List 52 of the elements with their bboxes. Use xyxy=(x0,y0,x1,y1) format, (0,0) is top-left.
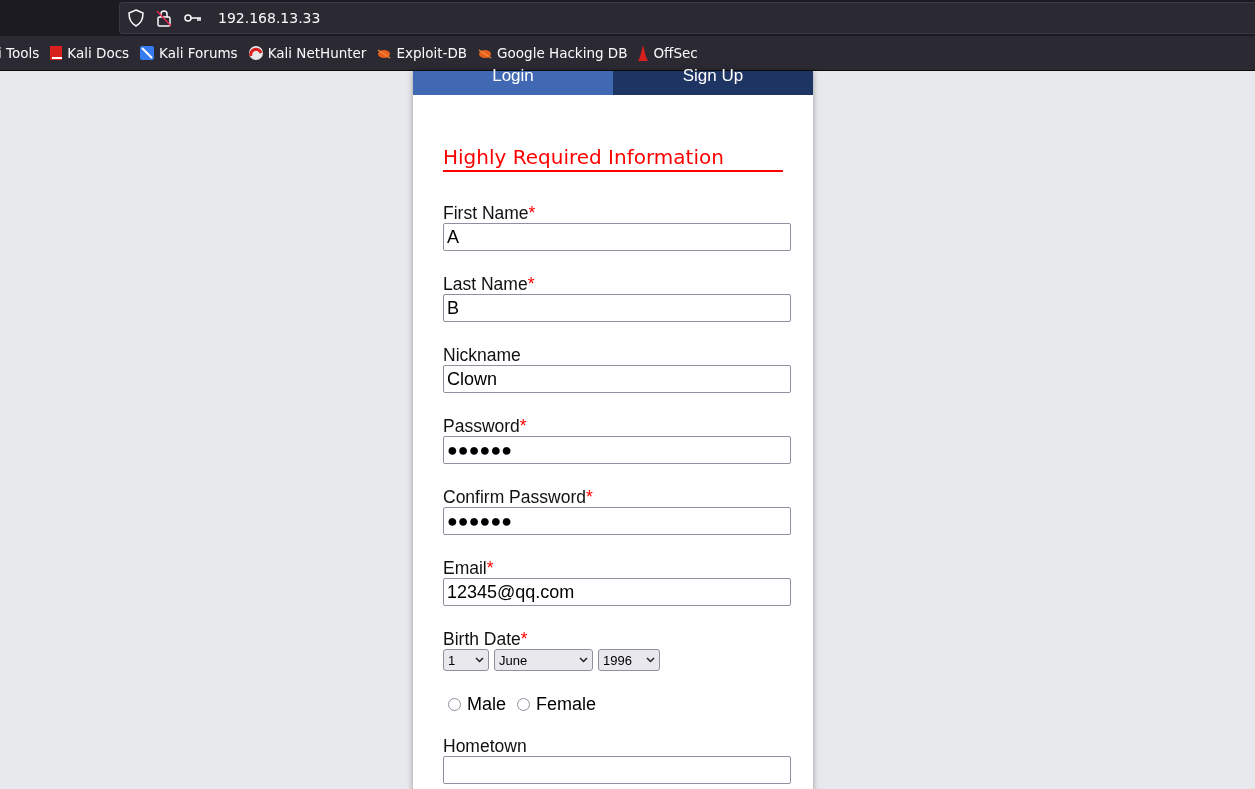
input-field[interactable] xyxy=(443,756,791,784)
address-bar[interactable]: 192.168.13.33 xyxy=(119,2,1255,34)
section-heading: Highly Required Information xyxy=(443,145,783,172)
radio-label: Female xyxy=(536,694,597,715)
radio-button[interactable] xyxy=(517,698,530,711)
field-label: Email xyxy=(443,558,487,578)
offsec-icon xyxy=(637,44,650,62)
input-field[interactable]: B xyxy=(443,294,791,322)
bookmark-item[interactable]: Kali Forums xyxy=(139,45,238,61)
input-field[interactable]: A xyxy=(443,223,791,251)
required-mark: * xyxy=(527,274,535,294)
select-field[interactable]: June xyxy=(494,649,593,671)
bookmark-item[interactable]: Kali NetHunter xyxy=(247,45,367,61)
input-field[interactable]: Clown xyxy=(443,365,791,393)
required-mark: * xyxy=(519,416,527,436)
chevron-icon xyxy=(646,657,655,663)
field-label: Password xyxy=(443,416,520,436)
field-label: Hometown xyxy=(443,736,527,756)
bookmark-item[interactable]: Google Hacking DB xyxy=(477,45,628,61)
lock-icon xyxy=(156,9,172,27)
bug-icon xyxy=(376,46,393,60)
url-text: 192.168.13.33 xyxy=(218,10,321,26)
radio-button[interactable] xyxy=(448,698,461,711)
required-mark: * xyxy=(486,558,494,578)
field-label: Last Name xyxy=(443,274,528,294)
nethunter-icon xyxy=(247,45,264,61)
radio-label: Male xyxy=(467,694,506,715)
key-icon xyxy=(184,13,202,23)
form-tab[interactable]: Sign Up xyxy=(613,71,813,95)
bug-icon xyxy=(477,46,494,60)
input-field[interactable]: ●●●●●● xyxy=(443,436,791,464)
input-field[interactable]: 12345@qq.com xyxy=(443,578,791,606)
required-mark: * xyxy=(585,487,593,507)
bookmark-item[interactable]: i Tools xyxy=(0,45,40,61)
shield-icon xyxy=(128,9,144,27)
required-mark: * xyxy=(528,203,536,223)
bookmark-item[interactable]: Exploit-DB xyxy=(376,45,468,61)
bookmark-item[interactable]: Kali Docs xyxy=(49,45,130,61)
book-icon xyxy=(49,45,64,61)
input-field[interactable]: ●●●●●● xyxy=(443,507,791,535)
field-label: Nickname xyxy=(443,345,521,365)
field-label: Birth Date xyxy=(443,629,521,649)
required-mark: * xyxy=(520,629,528,649)
form-tab[interactable]: Login xyxy=(413,71,613,95)
field-label: Confirm Password xyxy=(443,487,586,507)
field-label: First Name xyxy=(443,203,529,223)
select-field[interactable]: 1 xyxy=(443,649,489,671)
bookmark-item[interactable]: OffSec xyxy=(637,44,698,62)
forum-icon xyxy=(139,45,156,61)
chevron-icon xyxy=(475,657,484,663)
select-field[interactable]: 1996 xyxy=(598,649,660,671)
chevron-icon xyxy=(579,657,588,663)
